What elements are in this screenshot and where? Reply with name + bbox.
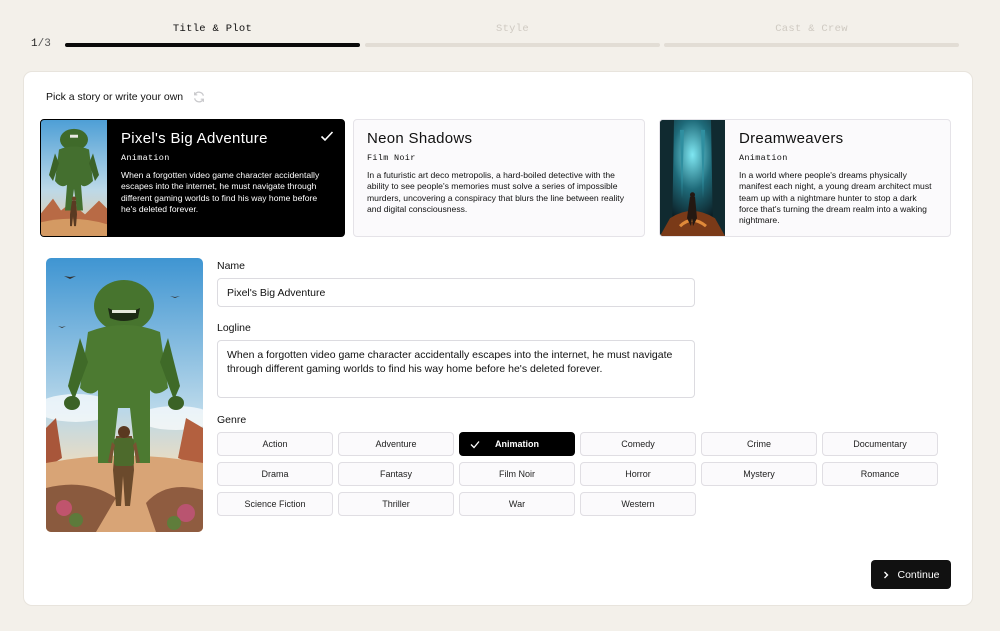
genre-option-documentary[interactable]: Documentary [822, 432, 938, 456]
genre-option-adventure[interactable]: Adventure [338, 432, 454, 456]
genre-label: Genre [217, 414, 247, 426]
story-genre: Animation [121, 153, 170, 163]
refresh-icon[interactable] [192, 90, 206, 104]
name-input[interactable] [217, 278, 695, 307]
continue-button[interactable]: Continue [871, 560, 951, 589]
picker-header: Pick a story or write your own [46, 90, 206, 104]
story-cover-image [46, 258, 203, 532]
checkmark-icon [320, 131, 334, 142]
step-label: Title & Plot [172, 23, 253, 35]
name-label: Name [217, 260, 246, 272]
story-description: When a forgotten video game character ac… [121, 170, 320, 214]
story-genre: Film Noir [367, 153, 416, 163]
story-card-body: Pixel's Big Adventure Animation When a f… [107, 120, 344, 236]
picker-label: Pick a story or write your own [46, 91, 184, 103]
story-card-body: Dreamweavers Animation In a world where … [725, 120, 950, 236]
story-card-dreamweavers[interactable]: Dreamweavers Animation In a world where … [659, 119, 951, 237]
story-panel: Pick a story or write your own Pixel's B… [23, 71, 973, 606]
genre-option-crime[interactable]: Crime [701, 432, 817, 456]
step-counter: 1/3 [31, 38, 51, 50]
logline-textarea[interactable]: When a forgotten video game character ac… [217, 340, 695, 398]
genre-option-drama[interactable]: Drama [217, 462, 333, 486]
story-title: Pixel's Big Adventure [121, 130, 268, 147]
genre-option-film-noir[interactable]: Film Noir [459, 462, 575, 486]
genre-option-fantasy[interactable]: Fantasy [338, 462, 454, 486]
genre-option-thriller[interactable]: Thriller [338, 492, 454, 516]
step-label: Cast & Crew [775, 23, 848, 35]
step-cast-crew[interactable]: Cast & Crew [664, 22, 959, 48]
genre-option-horror[interactable]: Horror [580, 462, 696, 486]
story-genre: Animation [739, 153, 788, 163]
genre-options: Action Adventure Animation Comedy Crime … [217, 432, 939, 516]
logline-label: Logline [217, 322, 251, 334]
genre-option-mystery[interactable]: Mystery [701, 462, 817, 486]
story-thumbnail [660, 120, 725, 236]
story-card-pixels-big-adventure[interactable]: Pixel's Big Adventure Animation When a f… [40, 119, 345, 237]
story-description: In a futuristic art deco metropolis, a h… [367, 170, 624, 214]
genre-option-action[interactable]: Action [217, 432, 333, 456]
story-title: Neon Shadows [367, 130, 473, 147]
story-card-neon-shadows[interactable]: Neon Shadows Film Noir In a futuristic a… [353, 119, 645, 237]
story-thumbnail [41, 120, 107, 236]
genre-option-comedy[interactable]: Comedy [580, 432, 696, 456]
chevron-right-icon [884, 571, 889, 578]
genre-option-war[interactable]: War [459, 492, 575, 516]
step-progress-bar [65, 43, 360, 47]
genre-option-western[interactable]: Western [580, 492, 696, 516]
story-card-body: Neon Shadows Film Noir In a futuristic a… [354, 120, 644, 236]
genre-option-science-fiction[interactable]: Science Fiction [217, 492, 333, 516]
genre-option-animation[interactable]: Animation [459, 432, 575, 456]
story-title: Dreamweavers [739, 130, 844, 147]
step-title-plot[interactable]: Title & Plot [65, 22, 360, 48]
genre-option-romance[interactable]: Romance [822, 462, 938, 486]
step-progress-bar [365, 43, 660, 47]
checkmark-icon [470, 441, 480, 449]
story-description: In a world where people's dreams physica… [739, 170, 932, 226]
step-label: Style [495, 23, 529, 35]
step-progress-bar [664, 43, 959, 47]
step-style[interactable]: Style [365, 22, 660, 48]
